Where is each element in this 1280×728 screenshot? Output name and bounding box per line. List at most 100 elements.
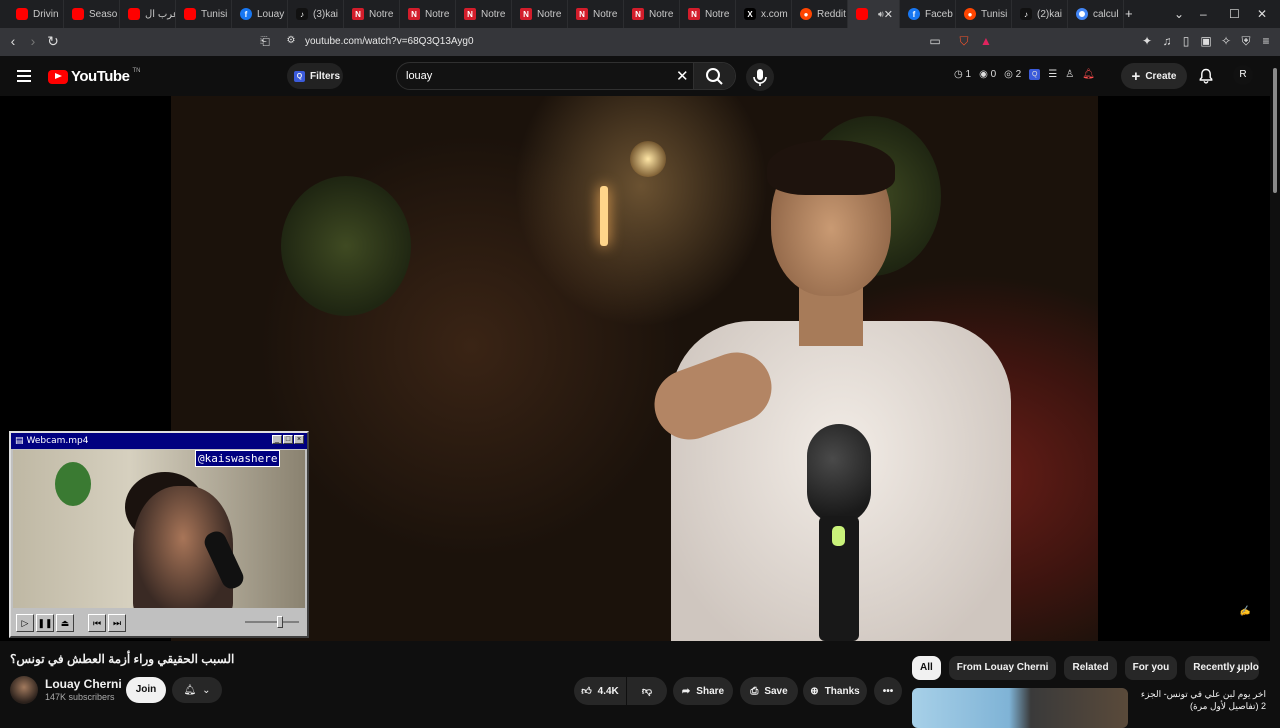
pause-icon[interactable]: ❚❚	[36, 614, 54, 632]
scrollbar-thumb[interactable]	[1273, 68, 1277, 193]
subscribe-bell-button[interactable]: 🔔︎ ⌄	[172, 677, 222, 703]
notifications-button[interactable]	[1198, 68, 1214, 89]
play-icon[interactable]: ▷	[16, 614, 34, 632]
next-icon[interactable]: ⏭	[108, 614, 126, 632]
volume-thumb[interactable]	[277, 616, 283, 628]
new-tab-button[interactable]: +	[1125, 6, 1133, 21]
browser-tab[interactable]: calcul	[1068, 0, 1124, 28]
browser-tab[interactable]: N Notre	[512, 0, 568, 28]
ribbon-icon[interactable]: ♙	[1065, 69, 1074, 80]
eject-icon[interactable]: ⏏	[56, 614, 74, 632]
share-button[interactable]: ➦ Share	[673, 677, 733, 705]
tab-label: Notre	[425, 8, 450, 20]
related-video-title[interactable]: اخر يوم لبن علي في تونس- الجزء 2 (تفاصيل…	[1134, 688, 1266, 712]
browser-tab[interactable]: ● Reddit	[792, 0, 848, 28]
browser-tab[interactable]: N Notre	[344, 0, 400, 28]
webcam-close-icon[interactable]: ×	[294, 435, 304, 444]
youtube-icon	[16, 8, 28, 20]
brave-shield-icon[interactable]: ⛉	[957, 34, 971, 48]
webcam-window[interactable]: ▤ Webcam.mp4 _ □ × @kaiswashere ▷ ❚❚ ⏏ ⏮…	[9, 431, 309, 638]
browser-tab[interactable]: ♪ (2)kai	[1012, 0, 1068, 28]
url-field[interactable]: youtube.com/watch?v=68Q3Q13Ayg0	[305, 36, 474, 47]
chip-related[interactable]: Related	[1064, 656, 1117, 680]
back-icon[interactable]: ‹	[3, 33, 23, 49]
dislike-button[interactable]: 👎︎	[627, 677, 667, 705]
create-button[interactable]: + Create	[1121, 63, 1187, 89]
browser-tab[interactable]: Xx.com	[736, 0, 792, 28]
youtube-play-icon	[48, 69, 68, 84]
clock-counter[interactable]: ◷ 1	[954, 69, 971, 80]
brave-rewards-icon[interactable]: ▲	[979, 34, 993, 48]
chip-for-you[interactable]: For you	[1124, 656, 1178, 680]
chip-all[interactable]: All	[912, 656, 941, 680]
extensions-icon[interactable]: ✦	[1140, 34, 1154, 48]
webcam-minimize-icon[interactable]: _	[272, 435, 282, 444]
close-window-icon[interactable]: ✕	[1257, 0, 1267, 28]
save-button[interactable]: ⎙ Save	[740, 677, 798, 705]
browser-tab[interactable]: عرب ال	[120, 0, 176, 28]
volume-slider[interactable]	[245, 616, 299, 628]
video-watermark: ✍	[1237, 604, 1251, 618]
browser-tab[interactable]: ♪ (3)kai	[288, 0, 344, 28]
chip-recently-uploaded[interactable]: Recently uploa	[1185, 656, 1260, 680]
site-info-icon[interactable]: ⚙	[284, 34, 298, 48]
leo-ai-icon[interactable]: ✧	[1219, 34, 1233, 48]
browser-tab[interactable]: ● Tunisi	[956, 0, 1012, 28]
youtube-icon	[184, 8, 196, 20]
search-button[interactable]	[693, 63, 735, 89]
reload-icon[interactable]: ↻	[43, 33, 63, 50]
eye-counter[interactable]: ◎ 2	[1004, 69, 1021, 80]
webcam-handle: @kaiswashere	[195, 450, 281, 467]
list-icon[interactable]: ☰	[1048, 69, 1057, 80]
close-tab-icon[interactable]: ✕	[884, 8, 893, 21]
thanks-button[interactable]: ⊕ Thanks	[803, 677, 867, 705]
browser-tab[interactable]: N Notre	[400, 0, 456, 28]
webcam-titlebar[interactable]: ▤ Webcam.mp4	[11, 433, 307, 449]
browser-tab[interactable]: N Notre	[456, 0, 512, 28]
clear-search-icon[interactable]: ✕	[676, 67, 689, 85]
chevron-right-icon[interactable]: ›	[1236, 661, 1241, 677]
webcam-window-buttons: _ □ ×	[272, 435, 304, 444]
filters-button[interactable]: Q Filters	[287, 63, 343, 89]
maximize-icon[interactable]: ☐	[1229, 0, 1240, 28]
page-scrollbar[interactable]	[1270, 56, 1280, 720]
media-icon[interactable]: ♫	[1160, 34, 1174, 48]
webcam-maximize-icon[interactable]: □	[283, 435, 293, 444]
minimize-icon[interactable]: –	[1200, 0, 1207, 28]
view-counter[interactable]: ◉ 0	[979, 69, 996, 80]
browser-tab[interactable]: N Notre	[624, 0, 680, 28]
forward-icon[interactable]: ›	[23, 33, 43, 49]
q-ext-icon[interactable]: Q	[1029, 69, 1041, 80]
youtube-logo[interactable]: YouTube TN	[48, 68, 140, 85]
search-box[interactable]: louay ✕	[396, 62, 736, 90]
browser-tab[interactable]: f Louay	[232, 0, 288, 28]
chip-from-channel[interactable]: From Louay Cherni	[948, 656, 1057, 680]
guide-menu-icon[interactable]	[17, 70, 31, 85]
tab-search-icon[interactable]: ⌄	[1174, 0, 1184, 28]
vpn-icon[interactable]: ⛨	[1239, 34, 1253, 48]
browser-tab[interactable]: f Faceb	[900, 0, 956, 28]
voice-search-button[interactable]	[746, 63, 774, 91]
channel-name[interactable]: Louay Cherni	[45, 677, 122, 691]
browser-tab[interactable]: Tunisi	[176, 0, 232, 28]
browser-tab[interactable]: Drivin	[8, 0, 64, 28]
alert-icon[interactable]: 🔔︎	[1082, 69, 1095, 80]
browser-tab[interactable]: 🔊︎ ✕	[848, 0, 900, 28]
search-input[interactable]: louay	[406, 70, 432, 82]
previous-icon[interactable]: ⏮	[88, 614, 106, 632]
browser-tab[interactable]: Seaso	[64, 0, 120, 28]
tab-label: (2)kai	[1037, 8, 1063, 20]
menu-icon[interactable]: ≡	[1259, 34, 1273, 48]
channel-avatar[interactable]	[10, 676, 38, 704]
wallet-icon[interactable]: ▣	[1199, 34, 1213, 48]
sidebar-icon[interactable]: ▯	[1179, 34, 1193, 48]
join-button[interactable]: Join	[126, 677, 166, 703]
browser-tab[interactable]: N Notre	[680, 0, 736, 28]
bookmark-icon[interactable]: ⎗	[258, 34, 272, 48]
cast-icon[interactable]: ▭	[928, 34, 942, 48]
more-actions-button[interactable]: •••	[874, 677, 902, 705]
related-video-thumbnail[interactable]	[912, 688, 1128, 728]
like-button[interactable]: 👍︎ 4.4K	[574, 677, 626, 705]
browser-tab[interactable]: N Notre	[568, 0, 624, 28]
account-avatar[interactable]: R	[1233, 65, 1253, 85]
